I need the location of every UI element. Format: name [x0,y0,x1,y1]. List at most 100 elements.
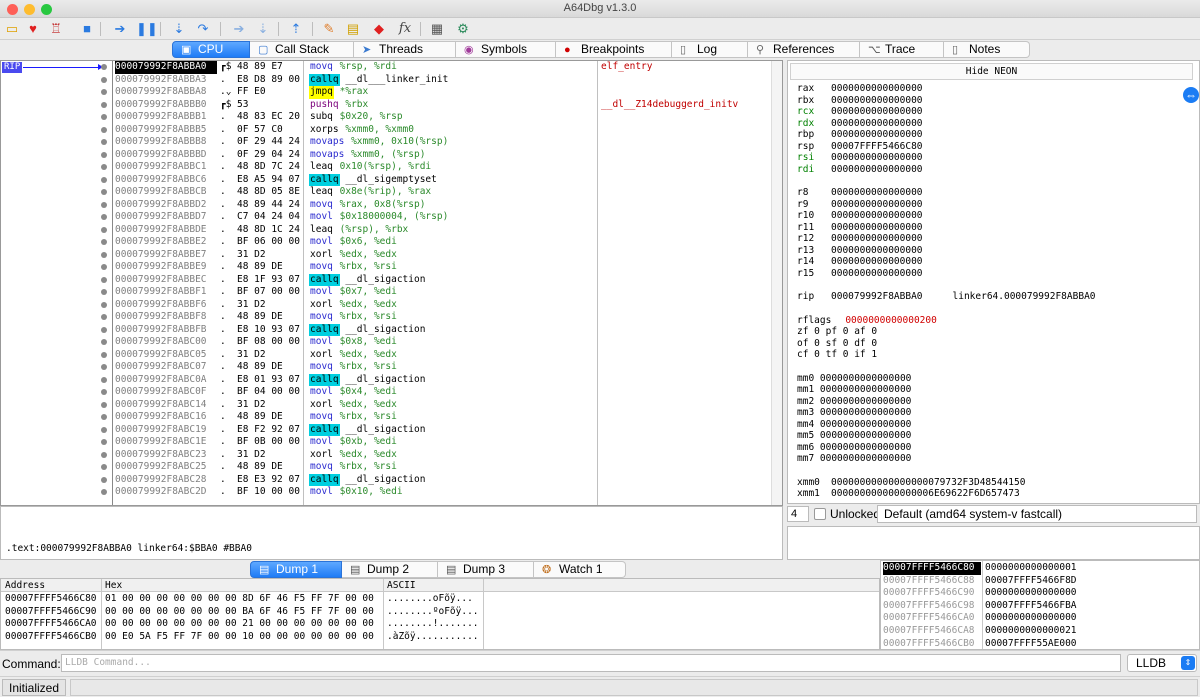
dump-row[interactable]: 00007FFFF5466CB0 00 E0 5A F5 FF 7F 00 00 … [1,631,879,644]
disassembly-row[interactable]: 000079992F8ABBA3. E8 D8 89 00 callq __dl__… [101,73,782,86]
tab-log[interactable]: ▯ Log [672,41,748,58]
close-debug-icon[interactable]: ♖ [47,20,65,38]
breakpoint-dot-icon[interactable] [101,239,107,245]
breakpoint-dot-icon[interactable] [101,376,107,383]
tab-cpu[interactable]: ▣ CPU [172,41,250,58]
arg-count-stepper[interactable]: 4 [787,506,809,522]
disassembly-row[interactable]: 000079992F8ABBB5. 0F 57 C0 xorps %xmm0, %x… [101,124,782,137]
breakpoint-dot-icon[interactable] [101,139,107,145]
stack-row[interactable]: 00007FFFF5466C90 0000000000000000 [881,587,1199,600]
disassembly-row[interactable]: 000079992F8ABBB0 ┏$ 53 pushq %rbx __dl__Z14d… [101,99,782,112]
register-row[interactable]: xmm1 000000000000000006E69622F6D657473 [797,488,1020,499]
tab-trace[interactable]: ⌥ Trace [860,41,944,58]
disassembly-row[interactable]: 000079992F8ABBFB. E8 10 93 07 callq __dl_s… [101,323,782,336]
disassembly-row[interactable]: 000079992F8ABBF1. BF 07 00 00 movl $0x7, %… [101,286,782,299]
breakpoint-dot-icon[interactable] [101,351,107,358]
register-row[interactable]: rsp 00007FFFF5466C80 [797,141,923,152]
mmx-register-row[interactable]: mm1 0000000000000000 [797,384,911,395]
tab-dump-3[interactable]: ▤ Dump 3 [438,561,534,578]
tab-references[interactable]: ⚲ References [748,41,860,58]
step-over-icon[interactable]: ↷ [194,20,212,38]
pause-icon[interactable]: ❚❚ [136,20,158,38]
unlocked-checkbox[interactable] [814,508,826,520]
mmx-register-row[interactable]: mm6 0000000000000000 [797,442,911,453]
label-icon[interactable]: ◆ [370,20,388,38]
breakpoint-dot-icon[interactable] [101,476,107,483]
register-row[interactable]: r11 0000000000000000 [797,222,923,233]
register-row[interactable]: r15 0000000000000000 [797,268,923,279]
register-row[interactable]: rcx 0000000000000000 [797,106,923,117]
disassembly-row[interactable]: 000079992F8ABBD7. C7 04 24 04 movl $0x1800… [101,211,782,224]
disassembly-row[interactable]: 000079992F8ABBE7. 31 D2 xorl %edx, %edx [101,249,782,262]
register-row[interactable]: rbx 0000000000000000 [797,95,923,106]
breakpoint-dot-icon[interactable] [101,151,107,158]
disassembly-row[interactable]: 000079992F8ABC00. BF 08 00 00 movl $0x8, %… [101,336,782,349]
open-icon[interactable]: ▭ [3,20,21,38]
dump-row[interactable]: 00007FFFF5466CA0 00 00 00 00 00 00 00 00 … [1,618,879,631]
debugger-engine-select[interactable]: LLDB ⇕ [1127,654,1197,672]
disassembly-row[interactable]: 000079992F8ABBD2. 48 89 44 24 movq %rax, 0… [101,199,782,212]
disassembly-row[interactable]: 000079992F8ABBB8. 0F 29 44 24 movaps %xmm0… [101,136,782,149]
disassembly-row[interactable]: 000079992F8ABC0F. BF 04 00 00 movl $0x4, %… [101,386,782,399]
breakpoint-dot-icon[interactable] [101,214,107,220]
comment-icon[interactable]: ▤ [344,20,362,38]
breakpoint-dot-icon[interactable] [101,176,107,183]
breakpoint-dot-icon[interactable] [101,264,107,270]
flags-row[interactable]: zf 0 pf 0 af 0 [797,326,877,337]
tab-breakpoints[interactable]: ● Breakpoints [556,41,672,58]
disassembly-row[interactable]: 000079992F8ABBCB. 48 8D 05 8E leaq 0x8e(%r… [101,186,782,199]
calling-convention-select[interactable]: Default (amd64 system-v fastcall) [877,505,1197,523]
register-row[interactable]: r9 0000000000000000 [797,199,923,210]
breakpoint-dot-icon[interactable] [101,314,107,320]
run-icon[interactable]: ➔ [111,20,129,38]
register-row[interactable]: r14 0000000000000000 [797,256,923,267]
disassembly-row[interactable]: 000079992F8ABC16. 48 89 DE movq %rbx, %rsi [101,411,782,424]
breakpoint-dot-icon[interactable] [101,326,107,333]
disassembly-row[interactable]: 000079992F8ABBE9. 48 89 DE movq %rbx, %rsi [101,261,782,274]
register-row[interactable]: r13 0000000000000000 [797,245,923,256]
step-into-icon[interactable]: ⇣ [170,20,188,38]
stack-row[interactable]: 00007FFFF5466CA8 0000000000000021 [881,625,1199,638]
breakpoint-dot-icon[interactable] [101,389,107,395]
disassembly-row[interactable]: 000079992F8ABBDE. 48 8D 1C 24 leaq (%rsp),… [101,224,782,237]
dump-row[interactable]: 00007FFFF5466C80 01 00 00 00 00 00 00 00 … [1,593,879,606]
tab-dump-1[interactable]: ▤ Dump 1 [250,561,342,578]
disassembly-row[interactable]: 000079992F8ABBE2. BF 06 00 00 movl $0x6, %… [101,236,782,249]
register-row[interactable]: rax 0000000000000000 [797,83,923,94]
breakpoint-dot-icon[interactable] [101,251,107,258]
disassembly-row[interactable]: 000079992F8ABC25. 48 89 DE movq %rbx, %rsi [101,461,782,474]
disassembly-scrollbar[interactable] [771,61,782,505]
stack-row[interactable]: 00007FFFF5466CB0 00007FFFF55AE000 [881,638,1199,649]
disassembly-row[interactable]: 000079992F8ABBB1. 48 83 EC 20 subq $0x20, … [101,111,782,124]
disassembly-row[interactable]: 000079992F8ABBA8 .⌄ FF E0 jmpq *%rax [101,86,782,99]
breakpoint-dot-icon[interactable] [101,439,107,445]
breakpoint-dot-icon[interactable] [101,339,107,345]
tab-call-stack[interactable]: ▢ Call Stack [250,41,354,58]
hide-neon-button[interactable]: Hide NEON [790,63,1193,80]
disassembly-row[interactable]: 000079992F8ABC07. 48 89 DE movq %rbx, %rsi [101,361,782,374]
disassembly-row[interactable]: 000079992F8ABC0A. E8 01 93 07 callq __dl_s… [101,373,782,386]
breakpoint-dot-icon[interactable] [101,114,107,120]
disassembly-row[interactable]: 000079992F8ABBBD. 0F 29 04 24 movaps %xmm0… [101,149,782,162]
disassembly-row[interactable]: 000079992F8ABC1E. BF 0B 00 00 movl $0xb, %… [101,436,782,449]
disassembly-row[interactable]: 000079992F8ABBF8. 48 89 DE movq %rbx, %rsi [101,311,782,324]
register-row[interactable]: r10 0000000000000000 [797,210,923,221]
flags-row[interactable]: of 0 sf 0 df 0 [797,338,877,349]
breakpoint-dot-icon[interactable] [101,451,107,458]
breakpoint-dot-icon[interactable] [101,426,107,433]
mmx-register-row[interactable]: mm5 0000000000000000 [797,430,911,441]
breakpoint-dot-icon[interactable] [101,401,107,408]
disassembly-row[interactable]: 000079992F8ABBC1. 48 8D 7C 24 leaq 0x10(%r… [101,161,782,174]
tab-symbols[interactable]: ◉ Symbols [456,41,556,58]
memory-dump-view[interactable]: Address Hex ASCII 00007FFFF5466C80 01 00 … [0,578,880,650]
function-icon[interactable]: fx [396,20,414,38]
collapse-panel-icon[interactable]: ⇔ [1183,87,1199,103]
mmx-register-row[interactable]: mm7 0000000000000000 [797,453,911,464]
breakpoint-dot-icon[interactable] [101,414,107,420]
register-row[interactable]: rdx 0000000000000000 [797,118,923,129]
register-row[interactable]: rip 000079992F8ABBA0 linker64.000079992F8A… [797,291,1096,302]
register-row[interactable]: r8 0000000000000000 [797,187,923,198]
breakpoint-dot-icon[interactable] [101,289,107,295]
tab-watch-1[interactable]: ❂ Watch 1 [534,561,626,578]
stack-row[interactable]: 00007FFFF5466CA0 0000000000000000 [881,612,1199,625]
